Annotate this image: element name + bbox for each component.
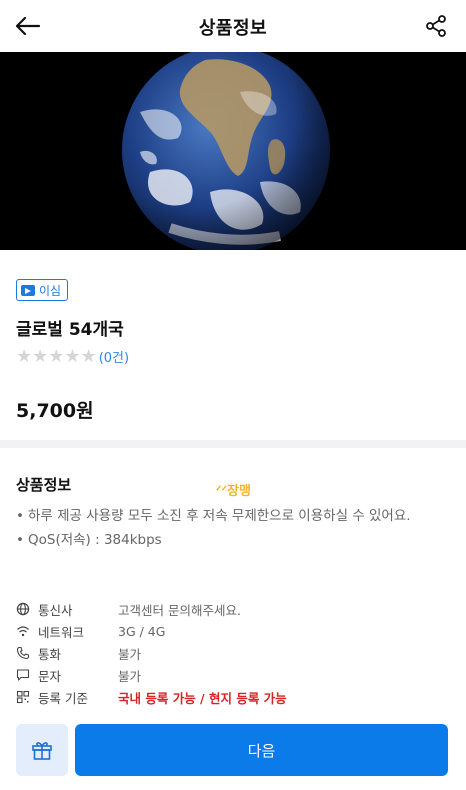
spec-list: 통신사 고객센터 문의해주세요. 네트워크 3G / 4G 통화 불가 문자 불… bbox=[16, 598, 452, 708]
spec-row-carrier: 통신사 고객센터 문의해주세요. bbox=[16, 598, 452, 620]
spec-label: 문자 bbox=[38, 668, 62, 684]
share-icon[interactable] bbox=[424, 14, 448, 38]
product-price: 5,700원 bbox=[16, 400, 94, 422]
spec-label: 통화 bbox=[38, 646, 62, 662]
product-summary: 이심 글로벌 54개국 ★★★★★ (0건) 5,700원 bbox=[0, 250, 466, 440]
rating[interactable]: ★★★★★ (0건) bbox=[16, 346, 129, 367]
esim-badge-label: 이심 bbox=[39, 283, 62, 298]
spec-row-sms: 문자 불가 bbox=[16, 664, 452, 686]
bullet-item: 하루 제공 사용량 모두 소진 후 저속 무제한으로 이용하실 수 있어요. bbox=[16, 506, 452, 526]
product-name: 글로벌 54개국 bbox=[16, 320, 124, 340]
spec-label: 등록 기준 bbox=[38, 690, 88, 706]
esim-icon bbox=[21, 284, 35, 296]
gift-icon bbox=[32, 742, 52, 760]
product-hero-image bbox=[0, 52, 466, 250]
brand-logo: ᐟᐟ장맹 bbox=[216, 484, 251, 499]
spec-row-call: 통화 불가 bbox=[16, 642, 452, 664]
gift-button[interactable] bbox=[16, 724, 68, 776]
review-count[interactable]: (0건) bbox=[99, 347, 129, 366]
earth-globe-photo bbox=[0, 52, 466, 250]
bottom-action-bar: 다음 bbox=[0, 722, 466, 790]
spec-value: 3G / 4G bbox=[118, 623, 166, 639]
spec-label: 통신사 bbox=[38, 602, 73, 618]
section-title: 상품정보 bbox=[16, 476, 72, 494]
next-button[interactable]: 다음 bbox=[75, 724, 448, 776]
bullet-item: QoS(저속) : 384kbps bbox=[16, 530, 452, 550]
spec-row-network: 네트워크 3G / 4G bbox=[16, 620, 452, 642]
app-header: 상품정보 bbox=[0, 0, 466, 52]
phone-icon bbox=[16, 646, 30, 660]
detail-bullets: 하루 제공 사용량 모두 소진 후 저속 무제한으로 이용하실 수 있어요. Q… bbox=[16, 506, 452, 554]
rating-stars: ★★★★★ bbox=[16, 346, 97, 367]
qr-icon bbox=[16, 690, 30, 704]
spec-value: 고객센터 문의해주세요. bbox=[118, 602, 241, 618]
spec-value: 국내 등록 가능 / 현지 등록 가능 bbox=[118, 690, 287, 706]
message-icon bbox=[16, 669, 30, 681]
spec-label: 네트워크 bbox=[38, 624, 85, 640]
spec-row-registration: 등록 기준 국내 등록 가능 / 현지 등록 가능 bbox=[16, 686, 452, 708]
esim-badge: 이심 bbox=[16, 279, 69, 301]
section-divider bbox=[0, 440, 466, 448]
spec-value: 불가 bbox=[118, 646, 142, 662]
page-title: 상품정보 bbox=[198, 18, 268, 39]
spec-value: 불가 bbox=[118, 668, 142, 684]
globe-icon bbox=[16, 602, 30, 616]
wifi-icon bbox=[17, 626, 29, 637]
